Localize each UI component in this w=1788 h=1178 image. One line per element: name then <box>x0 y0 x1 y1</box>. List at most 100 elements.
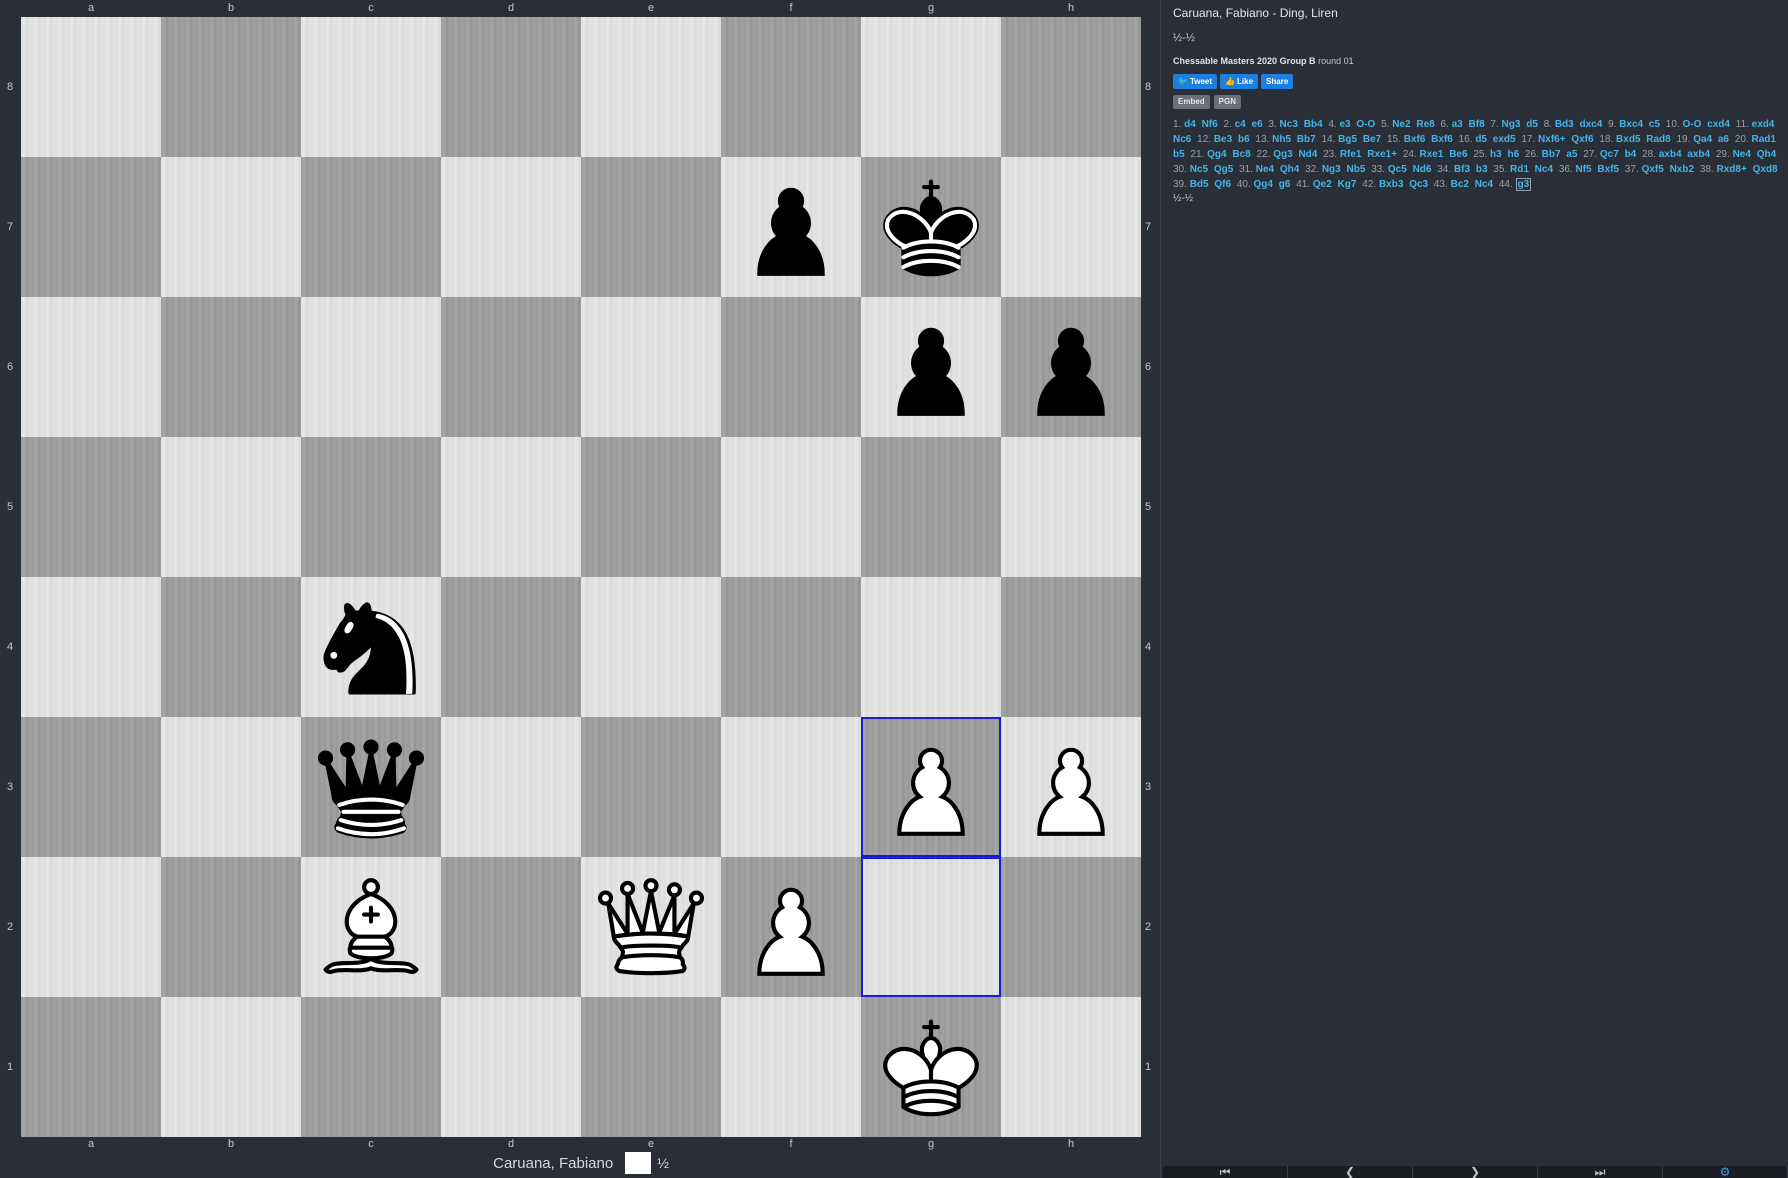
square-d3[interactable] <box>441 717 581 857</box>
black-queen-icon[interactable] <box>309 725 433 849</box>
move[interactable]: Rxe1 <box>1420 149 1444 160</box>
move[interactable]: Qg4 <box>1207 149 1226 160</box>
move[interactable]: axb4 <box>1659 149 1682 160</box>
embed-button[interactable]: Embed <box>1173 95 1210 109</box>
move[interactable]: Rad1 <box>1751 134 1775 145</box>
move[interactable]: Qe2 <box>1313 179 1332 190</box>
black-pawn-icon[interactable] <box>1009 305 1133 429</box>
move[interactable]: Nf5 <box>1576 164 1592 175</box>
move[interactable]: Ng3 <box>1322 164 1341 175</box>
move[interactable]: Ng3 <box>1502 119 1521 130</box>
square-g2[interactable] <box>861 857 1001 997</box>
move[interactable]: a6 <box>1718 134 1729 145</box>
square-g4[interactable] <box>861 577 1001 717</box>
move[interactable]: Bc2 <box>1451 179 1469 190</box>
square-g3[interactable] <box>861 717 1001 857</box>
square-h5[interactable] <box>1001 437 1141 577</box>
move[interactable]: Nh5 <box>1272 134 1291 145</box>
move[interactable]: dxc4 <box>1580 119 1603 130</box>
move[interactable]: Nc5 <box>1190 164 1208 175</box>
black-king-icon[interactable] <box>869 165 993 289</box>
square-e1[interactable] <box>581 997 721 1137</box>
move[interactable]: Qg3 <box>1273 149 1292 160</box>
black-pawn-icon[interactable] <box>869 305 993 429</box>
move[interactable]: Rxe1+ <box>1367 149 1397 160</box>
move[interactable]: Nd6 <box>1413 164 1432 175</box>
square-g7[interactable] <box>861 157 1001 297</box>
move[interactable]: Be3 <box>1214 134 1232 145</box>
square-a5[interactable] <box>21 437 161 577</box>
square-g8[interactable] <box>861 17 1001 157</box>
move[interactable]: exd5 <box>1493 134 1516 145</box>
tweet-button[interactable]: 🐦 Tweet <box>1173 74 1218 89</box>
pgn-button[interactable]: PGN <box>1213 95 1242 109</box>
move[interactable]: Rd1 <box>1510 164 1529 175</box>
square-c5[interactable] <box>301 437 441 577</box>
move[interactable]: Rxd8+ <box>1717 164 1747 175</box>
square-h6[interactable] <box>1001 297 1141 437</box>
move[interactable]: Be7 <box>1363 134 1381 145</box>
square-f5[interactable] <box>721 437 861 577</box>
square-e3[interactable] <box>581 717 721 857</box>
square-g1[interactable] <box>861 997 1001 1137</box>
square-c3[interactable] <box>301 717 441 857</box>
white-pawn-icon[interactable] <box>1009 725 1133 849</box>
move[interactable]: Qf6 <box>1214 179 1231 190</box>
square-d7[interactable] <box>441 157 581 297</box>
square-d6[interactable] <box>441 297 581 437</box>
move[interactable]: b4 <box>1625 149 1637 160</box>
move[interactable]: d4 <box>1184 119 1196 130</box>
move[interactable]: b6 <box>1238 134 1250 145</box>
move[interactable]: exd4 <box>1752 119 1775 130</box>
like-button[interactable]: 👍 Like <box>1220 74 1259 89</box>
square-b7[interactable] <box>161 157 301 297</box>
move[interactable]: Nd4 <box>1298 149 1317 160</box>
move[interactable]: Bxf6 <box>1431 134 1453 145</box>
square-e8[interactable] <box>581 17 721 157</box>
square-b4[interactable] <box>161 577 301 717</box>
square-c7[interactable] <box>301 157 441 297</box>
square-a4[interactable] <box>21 577 161 717</box>
move[interactable]: Rad8 <box>1646 134 1670 145</box>
move[interactable]: d5 <box>1526 119 1538 130</box>
square-f1[interactable] <box>721 997 861 1137</box>
move[interactable]: a5 <box>1566 149 1577 160</box>
square-b8[interactable] <box>161 17 301 157</box>
square-c6[interactable] <box>301 297 441 437</box>
move[interactable]: b3 <box>1476 164 1488 175</box>
move[interactable]: Nxf6+ <box>1538 134 1566 145</box>
square-c4[interactable] <box>301 577 441 717</box>
move[interactable]: Bxd5 <box>1616 134 1640 145</box>
move[interactable]: Ne4 <box>1733 149 1751 160</box>
move[interactable]: Ne2 <box>1392 119 1410 130</box>
square-f2[interactable] <box>721 857 861 997</box>
move[interactable]: Qxf6 <box>1571 134 1593 145</box>
move[interactable]: Nb5 <box>1347 164 1366 175</box>
move[interactable]: Qh4 <box>1280 164 1299 175</box>
move[interactable]: Qxd8 <box>1753 164 1778 175</box>
square-e2[interactable] <box>581 857 721 997</box>
move[interactable]: Bb7 <box>1297 134 1316 145</box>
square-c8[interactable] <box>301 17 441 157</box>
square-f3[interactable] <box>721 717 861 857</box>
square-e7[interactable] <box>581 157 721 297</box>
black-knight-icon[interactable] <box>309 585 433 709</box>
square-b3[interactable] <box>161 717 301 857</box>
move[interactable]: e6 <box>1252 119 1263 130</box>
move[interactable]: Bxc4 <box>1619 119 1643 130</box>
square-b6[interactable] <box>161 297 301 437</box>
square-f7[interactable] <box>721 157 861 297</box>
square-a1[interactable] <box>21 997 161 1137</box>
move[interactable]: Bxf5 <box>1597 164 1619 175</box>
square-b5[interactable] <box>161 437 301 577</box>
square-b2[interactable] <box>161 857 301 997</box>
move[interactable]: e3 <box>1340 119 1351 130</box>
square-a8[interactable] <box>21 17 161 157</box>
move[interactable]: cxd4 <box>1707 119 1730 130</box>
square-d2[interactable] <box>441 857 581 997</box>
move[interactable]: Bg5 <box>1338 134 1357 145</box>
square-h1[interactable] <box>1001 997 1141 1137</box>
previous-move-button[interactable]: ❮ <box>1288 1166 1413 1178</box>
move[interactable]: d5 <box>1475 134 1487 145</box>
move[interactable]: Qa4 <box>1693 134 1712 145</box>
